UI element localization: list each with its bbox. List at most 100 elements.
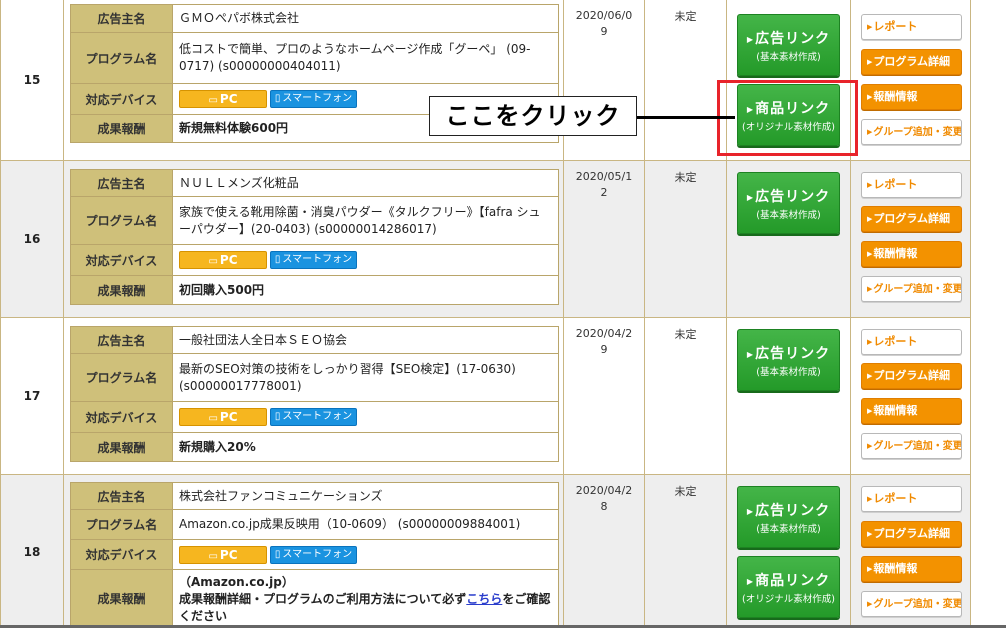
- ad-link-button[interactable]: ▶広告リンク (基本素材作成): [737, 329, 840, 391]
- monitor-icon: ▭: [208, 256, 218, 267]
- advertiser-label: 広告主名: [70, 4, 173, 33]
- program-detail-button[interactable]: ▶プログラム詳細: [861, 206, 962, 232]
- device-badges: ▭ PC ▯ スマートフォン: [172, 539, 559, 570]
- program-name: Amazon.co.jp成果反映用（10-0609） (s00000009884…: [172, 509, 559, 540]
- reward-value: 初回購入500円: [172, 275, 559, 305]
- reward-detail-link[interactable]: こちら: [466, 592, 502, 606]
- row-number: 17: [1, 318, 64, 474]
- program-detail-button[interactable]: ▶プログラム詳細: [861, 49, 962, 75]
- program-detail-button[interactable]: ▶プログラム詳細: [861, 521, 962, 547]
- ad-link-button[interactable]: ▶広告リンク (基本素材作成): [737, 486, 840, 548]
- reward-line-1: （Amazon.co.jp）: [179, 575, 294, 589]
- triangle-icon: ▶: [867, 93, 873, 101]
- group-add-label: グループ追加・変更: [873, 127, 962, 138]
- start-date: 2020/06/09: [575, 9, 633, 38]
- date-cell: 2020/06/09: [564, 0, 645, 160]
- pc-badge: ▭ PC: [179, 408, 267, 426]
- report-label: レポート: [873, 178, 918, 191]
- program-name: 家族で使える靴用除菌・消臭パウダー《タルクフリー》【fafra シューパウダー】…: [172, 196, 559, 245]
- group-add-button[interactable]: ▶グループ追加・変更: [861, 433, 962, 459]
- reward-info-label: 報酬情報: [873, 247, 918, 260]
- row-number: 18: [1, 475, 64, 628]
- start-date: 2020/04/29: [575, 327, 633, 356]
- reward-info-label: 報酬情報: [873, 404, 918, 417]
- group-add-label: グループ追加・変更: [873, 599, 962, 610]
- start-date: 2020/05/12: [575, 170, 633, 199]
- product-link-label: 商品リンク: [755, 573, 831, 589]
- triangle-icon: ▶: [867, 565, 873, 573]
- program-label: プログラム名: [70, 196, 173, 245]
- report-button[interactable]: ▶レポート: [861, 172, 962, 198]
- ad-link-label: 広告リンク: [755, 31, 831, 47]
- pc-badge: ▭ PC: [179, 90, 267, 108]
- group-add-button[interactable]: ▶グループ追加・変更: [861, 119, 962, 145]
- program-info-cell: 広告主名 一般社団法人全日本ＳＥＯ協会 プログラム名 最新のSEO対策の技術をしっか…: [64, 318, 564, 474]
- program-detail-label: プログラム詳細: [873, 55, 951, 68]
- status-cell: 未定: [645, 318, 727, 474]
- reward-label: 成果報酬: [70, 569, 173, 628]
- reward-info-button[interactable]: ▶報酬情報: [861, 398, 962, 424]
- highlight-box: [717, 80, 858, 156]
- program-info-table: 広告主名 一般社団法人全日本ＳＥＯ協会 プログラム名 最新のSEO対策の技術をしっか…: [70, 326, 559, 462]
- program-info-cell: 広告主名 ＧＭＯぺパボ株式会社 プログラム名 低コストで簡単、プロのようなホームペー…: [64, 0, 564, 160]
- ad-link-label: 広告リンク: [755, 189, 831, 205]
- action-cell: ▶レポート ▶プログラム詳細 ▶報酬情報 ▶グループ追加・変更: [851, 318, 971, 474]
- ad-link-button[interactable]: ▶広告リンク (基本素材作成): [737, 14, 840, 76]
- reward-info-button[interactable]: ▶報酬情報: [861, 84, 962, 110]
- report-button[interactable]: ▶レポート: [861, 329, 962, 355]
- row-number: 15: [1, 0, 64, 160]
- ad-link-button[interactable]: ▶広告リンク (基本素材作成): [737, 172, 840, 234]
- reward-info-label: 報酬情報: [873, 90, 918, 103]
- advertiser-label: 広告主名: [70, 482, 173, 510]
- advertiser-label: 広告主名: [70, 169, 173, 197]
- triangle-icon: ▶: [867, 128, 873, 136]
- reward-info-button[interactable]: ▶報酬情報: [861, 241, 962, 267]
- group-add-label: グループ追加・変更: [873, 284, 962, 295]
- group-add-button[interactable]: ▶グループ追加・変更: [861, 276, 962, 302]
- triangle-icon: ▶: [867, 407, 873, 415]
- phone-icon: ▯: [274, 254, 281, 265]
- callout-line: [637, 116, 735, 119]
- pc-badge: ▭ PC: [179, 545, 267, 564]
- program-info-cell: 広告主名 ＮＵＬＬメンズ化粧品 プログラム名 家族で使える靴用除菌・消臭パウダー《タ…: [64, 161, 564, 317]
- triangle-icon: ▶: [746, 34, 755, 44]
- monitor-icon: ▭: [208, 413, 218, 424]
- product-link-button[interactable]: ▶商品リンク (オリジナル素材作成): [737, 556, 840, 618]
- program-name: 低コストで簡単、プロのようなホームページ作成「グーペ」 (09-0717) (s…: [172, 32, 559, 84]
- triangle-icon: ▶: [867, 181, 873, 189]
- smartphone-label: スマートフォン: [282, 411, 353, 422]
- program-info-cell: 広告主名 株式会社ファンコミュニケーションズ プログラム名 Amazon.co.jp…: [64, 475, 564, 628]
- program-detail-label: プログラム詳細: [873, 527, 951, 540]
- triangle-icon: ▶: [867, 58, 873, 66]
- phone-icon: ▯: [274, 548, 281, 560]
- smartphone-badge: ▯ スマートフォン: [270, 90, 357, 108]
- reward-note: 成果報酬詳細・プログラムのご利用方法について必ず: [179, 592, 467, 606]
- triangle-icon: ▶: [867, 23, 873, 31]
- program-label: プログラム名: [70, 509, 173, 540]
- smartphone-label: スマートフォン: [282, 548, 353, 560]
- device-badges: ▭ PC ▯ スマートフォン: [172, 244, 559, 276]
- phone-icon: ▯: [274, 93, 281, 104]
- product-link-sub: (オリジナル素材作成): [742, 594, 835, 605]
- action-cell: ▶レポート ▶プログラム詳細 ▶報酬情報 ▶グループ追加・変更: [851, 0, 971, 160]
- group-add-button[interactable]: ▶グループ追加・変更: [861, 591, 962, 617]
- ad-link-sub: (基本素材作成): [756, 524, 821, 535]
- reward-info-label: 報酬情報: [873, 562, 918, 575]
- table-row: 17 広告主名 一般社団法人全日本ＳＥＯ協会 プログラム名 最新のSEO対策の技術を…: [0, 318, 971, 475]
- device-label: 対応デバイス: [70, 83, 173, 115]
- program-detail-label: プログラム詳細: [873, 212, 951, 225]
- reward-line-2: 成果報酬詳細・プログラムのご利用方法について必ずこちらをご確認ください: [179, 591, 552, 625]
- link-cell: ▶広告リンク (基本素材作成): [727, 161, 851, 317]
- advertiser-label: 広告主名: [70, 326, 173, 354]
- advertiser-name: ＮＵＬＬメンズ化粧品: [172, 169, 559, 197]
- callout-label: ここをクリック: [429, 96, 637, 136]
- report-label: レポート: [873, 335, 918, 348]
- action-cell: ▶レポート ▶プログラム詳細 ▶報酬情報 ▶グループ追加・変更: [851, 161, 971, 317]
- program-info-table: 広告主名 株式会社ファンコミュニケーションズ プログラム名 Amazon.co.jp…: [70, 482, 559, 628]
- triangle-icon: ▶: [746, 349, 755, 359]
- reward-info-button[interactable]: ▶報酬情報: [861, 556, 962, 582]
- report-button[interactable]: ▶レポート: [861, 14, 962, 40]
- report-button[interactable]: ▶レポート: [861, 486, 962, 512]
- date-cell: 2020/04/29: [564, 318, 645, 474]
- program-detail-button[interactable]: ▶プログラム詳細: [861, 363, 962, 389]
